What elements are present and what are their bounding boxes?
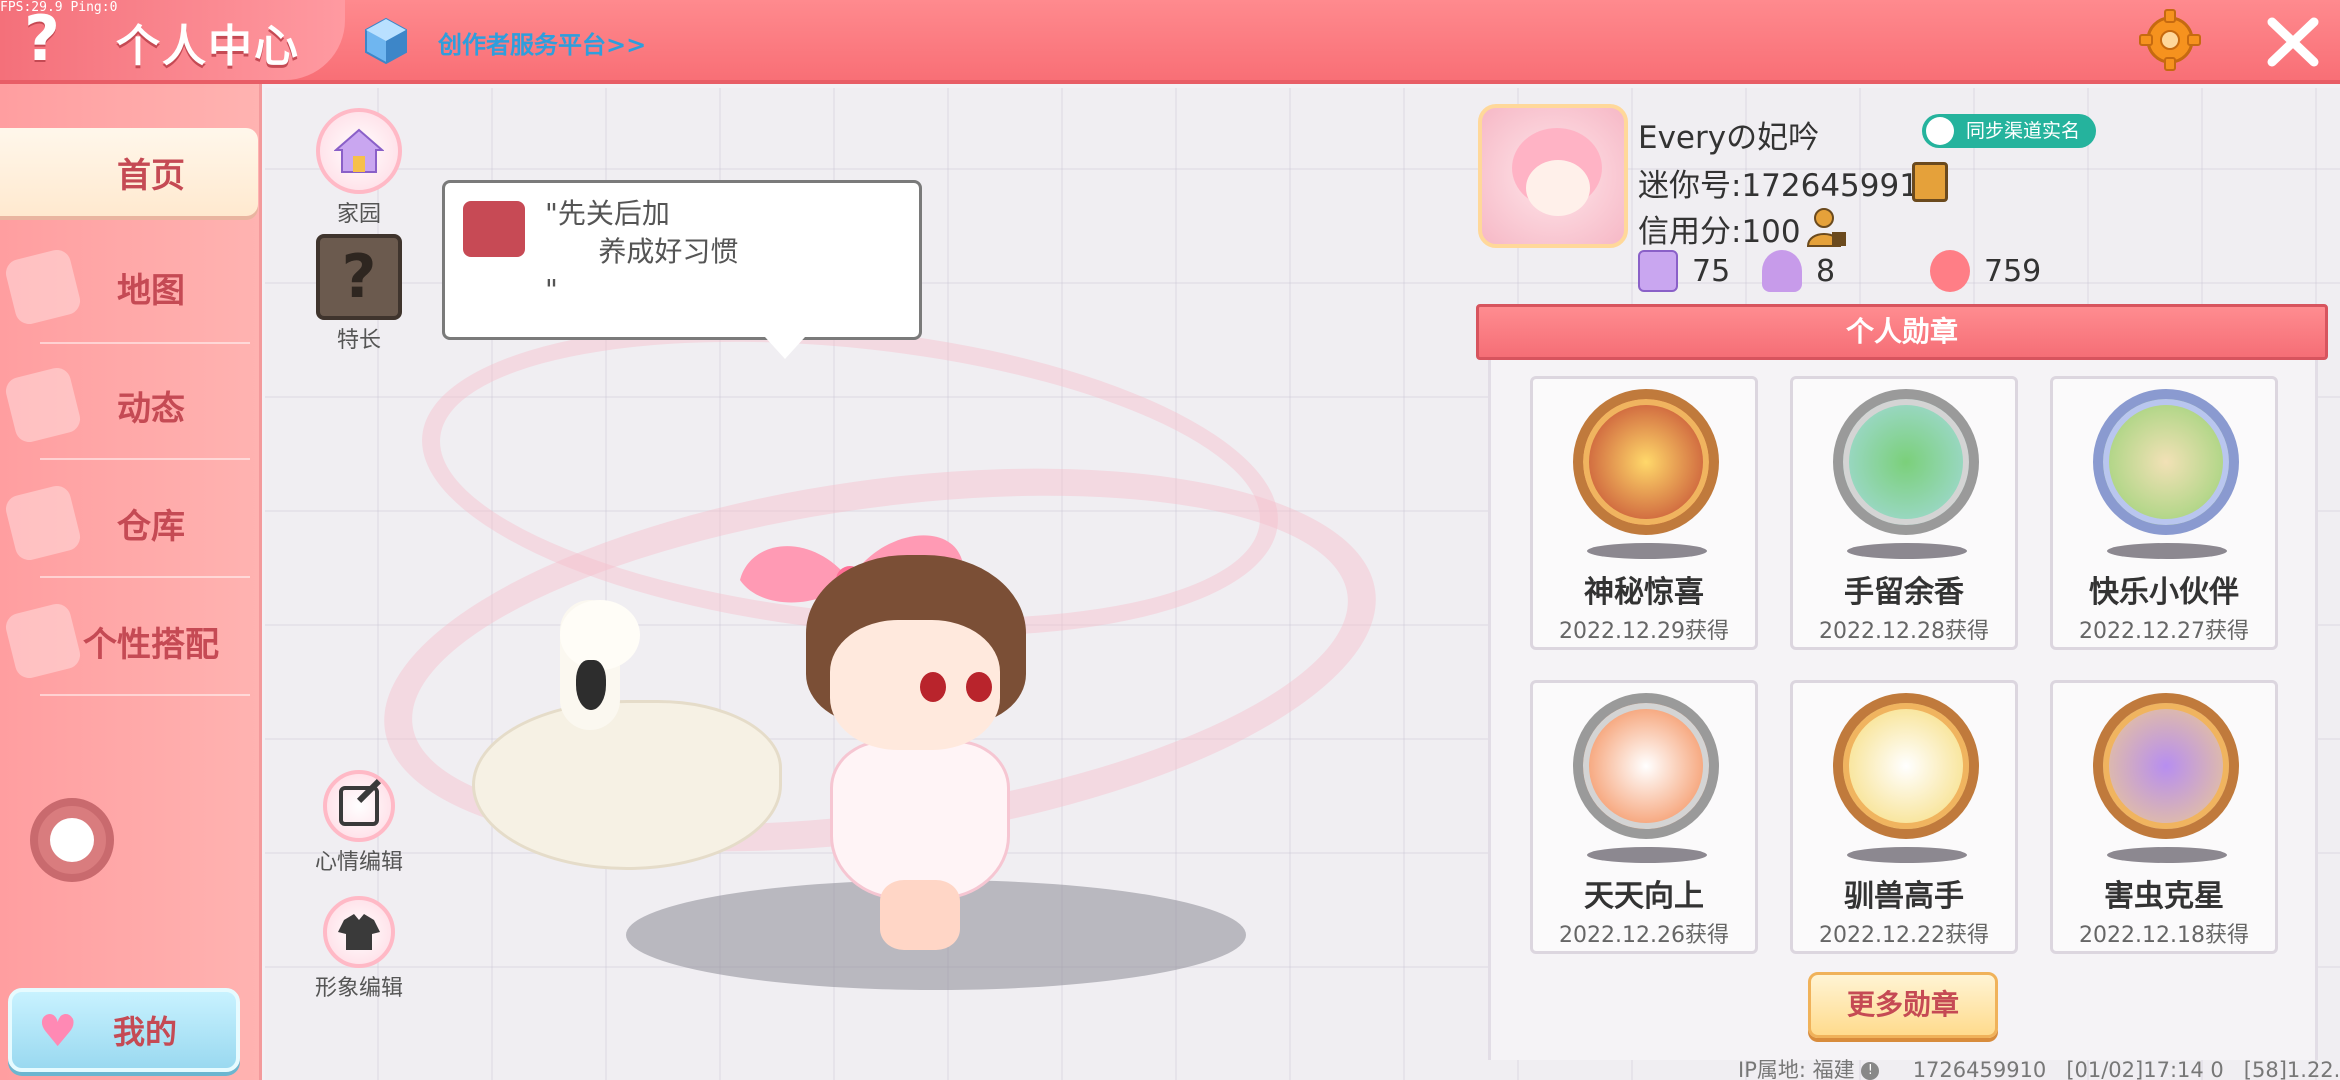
home-button[interactable]: 家园	[304, 108, 414, 228]
specialty-button[interactable]: ? 特长	[304, 234, 414, 354]
mood-edit-label: 心情编辑	[314, 850, 403, 875]
sidebar: 首页 地图 动态 仓库 个性搭配	[0, 84, 262, 1080]
medal-date: 2022.12.26获得	[1559, 923, 1729, 948]
gift-medal-icon	[1573, 389, 1719, 535]
record-button[interactable]	[30, 798, 114, 882]
stat-popularity: 759	[1930, 250, 2041, 292]
ip-location: IP属地: 福建	[1738, 1058, 1855, 1080]
mine-label: 我的	[112, 1013, 177, 1051]
outfit-edit-icon	[323, 896, 395, 968]
fans-icon	[1762, 250, 1802, 292]
stat-fans: 8	[1762, 250, 1835, 292]
edit-icon	[323, 770, 395, 842]
fps-readout: FPS:29.9 Ping:0	[0, 0, 118, 15]
build-info: 1726459910 [01/02]17:14 0 [58]1.22.1	[1912, 1058, 2340, 1080]
info-icon[interactable]: !	[1861, 1062, 1880, 1080]
copy-icon[interactable]	[1912, 162, 1948, 202]
avatar[interactable]	[1478, 104, 1628, 248]
sidebar-item-label: 地图	[117, 270, 185, 311]
top-bar: ? 个人中心 FPS:29.9 Ping:0 创作者服务平台>>	[0, 0, 2340, 84]
credit-score: 信用分:100	[1638, 214, 1801, 250]
medal-card[interactable]: 驯兽高手 2022.12.22获得	[1790, 680, 2018, 954]
person-icon	[1926, 117, 1954, 145]
sidebar-item-label: 个性搭配	[83, 624, 219, 665]
map-icon	[2, 246, 84, 328]
bubble-avatar-icon	[463, 201, 525, 257]
specialty-label: 特长	[336, 328, 381, 353]
mood-text: "先关后加 养成好习惯 "	[545, 197, 739, 306]
question-icon: ?	[316, 234, 402, 320]
medal-name: 神秘惊喜	[1584, 575, 1704, 610]
mood-speech-bubble: "先关后加 养成好习惯 "	[442, 180, 922, 359]
character-dress	[830, 740, 1010, 900]
divider	[40, 694, 250, 696]
swan-mount	[472, 700, 782, 870]
warehouse-icon	[2, 482, 84, 564]
swan-head	[560, 600, 640, 670]
more-medals-button[interactable]: 更多勋章	[1808, 972, 1998, 1038]
divider	[40, 458, 250, 460]
bookmark-icon	[1638, 250, 1678, 292]
medal-name: 驯兽高手	[1844, 879, 1964, 914]
sidebar-item-home[interactable]: 首页	[0, 128, 258, 216]
gear-icon[interactable]	[2138, 8, 2202, 72]
sidebar-item-outfit[interactable]: 个性搭配	[0, 586, 258, 696]
bug-medal-icon	[2093, 693, 2239, 839]
appearance-edit-button[interactable]: 形象编辑	[304, 896, 414, 1002]
appearance-edit-label: 形象编辑	[314, 976, 403, 1001]
character-eye	[966, 672, 992, 702]
medal-date: 2022.12.22获得	[1819, 923, 1989, 948]
sidebar-item-map[interactable]: 地图	[0, 232, 258, 342]
mine-button[interactable]: ♥ 我的	[8, 988, 240, 1072]
sidebar-item-feed[interactable]: 动态	[0, 350, 258, 460]
medal-date: 2022.12.27获得	[2079, 619, 2249, 644]
bell-icon	[2, 364, 84, 446]
tamer-medal-icon	[1833, 693, 1979, 839]
medal-date: 2022.12.18获得	[2079, 923, 2249, 948]
medal-name: 快乐小伙伴	[2089, 575, 2239, 610]
creator-platform-link[interactable]: 创作者服务平台>>	[438, 25, 646, 60]
stat-bookmark: 75	[1638, 250, 1730, 292]
medal-date: 2022.12.28获得	[1819, 619, 1989, 644]
medal-card[interactable]: 天天向上 2022.12.26获得	[1530, 680, 1758, 954]
realname-sync-button[interactable]: 同步渠道实名	[1922, 114, 2097, 148]
medal-panel-title: 个人勋章	[1476, 304, 2328, 360]
character-legs	[880, 880, 960, 950]
credit-info-icon[interactable]	[1806, 206, 1848, 248]
medal-card[interactable]: 神秘惊喜 2022.12.29获得	[1530, 376, 1758, 650]
sidebar-item-label: 首页	[117, 155, 185, 196]
help-icon[interactable]: ?	[14, 6, 70, 72]
sidebar-item-label: 仓库	[117, 506, 185, 547]
medal-card[interactable]: 害虫克星 2022.12.18获得	[2050, 680, 2278, 954]
character-eye	[920, 672, 946, 702]
mood-edit-button[interactable]: 心情编辑	[304, 770, 414, 876]
home-icon	[316, 108, 402, 194]
mini-id: 迷你号:1726459910	[1638, 168, 1939, 204]
medal-card[interactable]: 手留余香 2022.12.28获得	[1790, 376, 2018, 650]
swan-beak	[576, 660, 606, 710]
calendar-medal-icon	[1573, 693, 1719, 839]
medal-name: 害虫克星	[2104, 879, 2224, 914]
divider	[40, 576, 250, 578]
plant-medal-icon	[1833, 389, 1979, 535]
close-icon[interactable]	[2262, 14, 2324, 70]
footer-info: IP属地: 福建 ! 1726459910 [01/02]17:14 0 [58…	[1738, 1054, 2340, 1080]
heart-icon: ♥	[38, 1006, 78, 1057]
home-label: 家园	[336, 202, 381, 227]
medal-date: 2022.12.29获得	[1559, 619, 1729, 644]
realname-label: 同步渠道实名	[1966, 120, 2081, 142]
sidebar-item-warehouse[interactable]: 仓库	[0, 468, 258, 578]
flame-icon	[1930, 250, 1970, 292]
medal-name: 手留余香	[1844, 575, 1964, 610]
divider	[40, 342, 250, 344]
page-title: 个人中心	[116, 21, 300, 72]
username: Everyの妃吟	[1638, 120, 1820, 156]
medal-card[interactable]: 快乐小伙伴 2022.12.27获得	[2050, 376, 2278, 650]
friends-medal-icon	[2093, 389, 2239, 535]
sidebar-item-label: 动态	[117, 388, 185, 429]
creator-cube-icon[interactable]	[362, 17, 410, 65]
medal-name: 天天向上	[1584, 879, 1704, 914]
